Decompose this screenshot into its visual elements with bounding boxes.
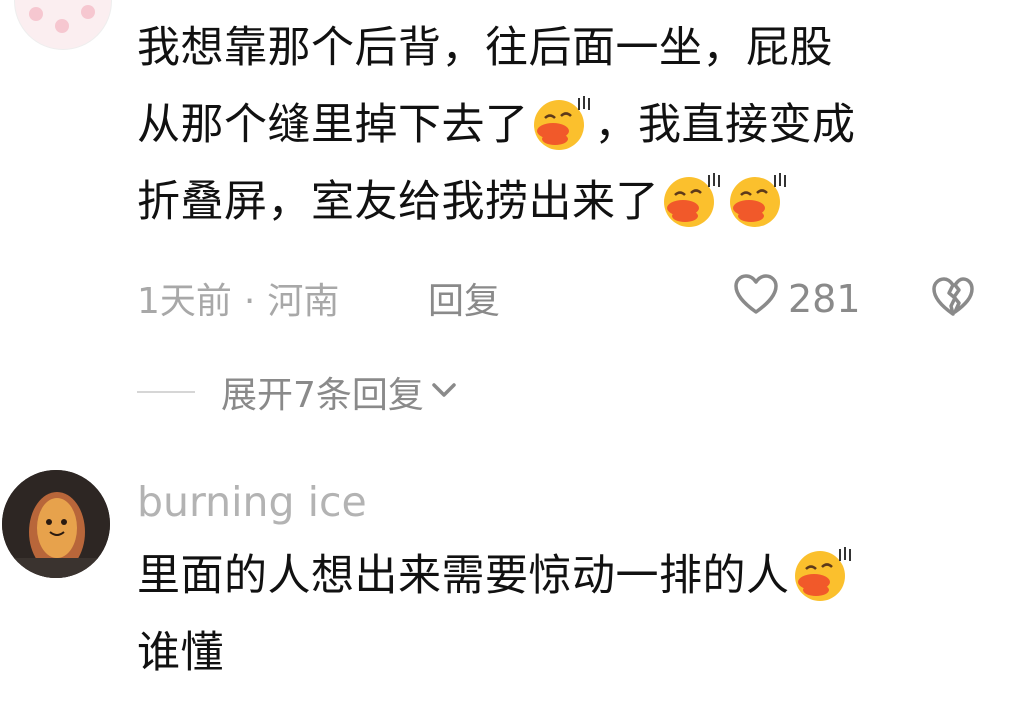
like-count: 281 (788, 276, 861, 321)
comment-line-text: 从那个缝里掉下去了 (137, 100, 529, 150)
comment-text: 我想靠那个后背，往后面一坐，屁股 从那个缝里掉下去了 ，我直接变成 折叠屏，室友给… (137, 10, 987, 241)
like-button[interactable]: 281 (732, 272, 861, 325)
comment-line: 折叠屏，室友给我捞出来了 (137, 164, 987, 241)
expand-replies-label: 展开7条回复 (221, 375, 424, 416)
comment-line-text: 折叠屏，室友给我捞出来了 (137, 177, 659, 227)
username[interactable]: burning ice (137, 478, 367, 526)
comment-line: 谁懂 (137, 628, 224, 678)
comment-line-text: ，我直接变成 (594, 100, 856, 150)
flower-decoration (55, 19, 69, 33)
comment-meta: 1天前 · 河南 (137, 272, 339, 324)
comment-location: 河南 (267, 281, 340, 322)
comment-time: 1天前 (137, 281, 232, 322)
reply-button[interactable]: 回复 (428, 272, 500, 324)
comment-text: 里面的人想出来需要惊动一排的人 谁懂 (137, 538, 987, 692)
flower-decoration (29, 7, 43, 21)
heart-icon (732, 272, 780, 325)
comment-line: 里面的人想出来需要惊动一排的人 (137, 538, 987, 615)
dislike-button[interactable] (930, 276, 976, 322)
grinning-squint-emoji-icon (727, 171, 789, 229)
grinning-squint-emoji-icon (661, 171, 723, 229)
avatar[interactable] (14, 0, 112, 50)
meta-separator: · (243, 281, 256, 322)
comment-line-text: 里面的人想出来需要惊动一排的人 (137, 551, 790, 601)
comment-line: 我想靠那个后背，往后面一坐，屁股 (137, 23, 833, 73)
grinning-squint-emoji-icon (531, 94, 593, 152)
avatar[interactable] (2, 470, 110, 578)
chevron-down-icon (430, 380, 458, 404)
divider (137, 391, 195, 393)
comment-line: 从那个缝里掉下去了 ，我直接变成 (137, 87, 987, 164)
grinning-squint-emoji-icon (792, 545, 854, 603)
broken-heart-icon (930, 277, 976, 322)
expand-replies-button[interactable]: 展开7条回复 (137, 366, 458, 418)
flower-decoration (81, 5, 95, 19)
